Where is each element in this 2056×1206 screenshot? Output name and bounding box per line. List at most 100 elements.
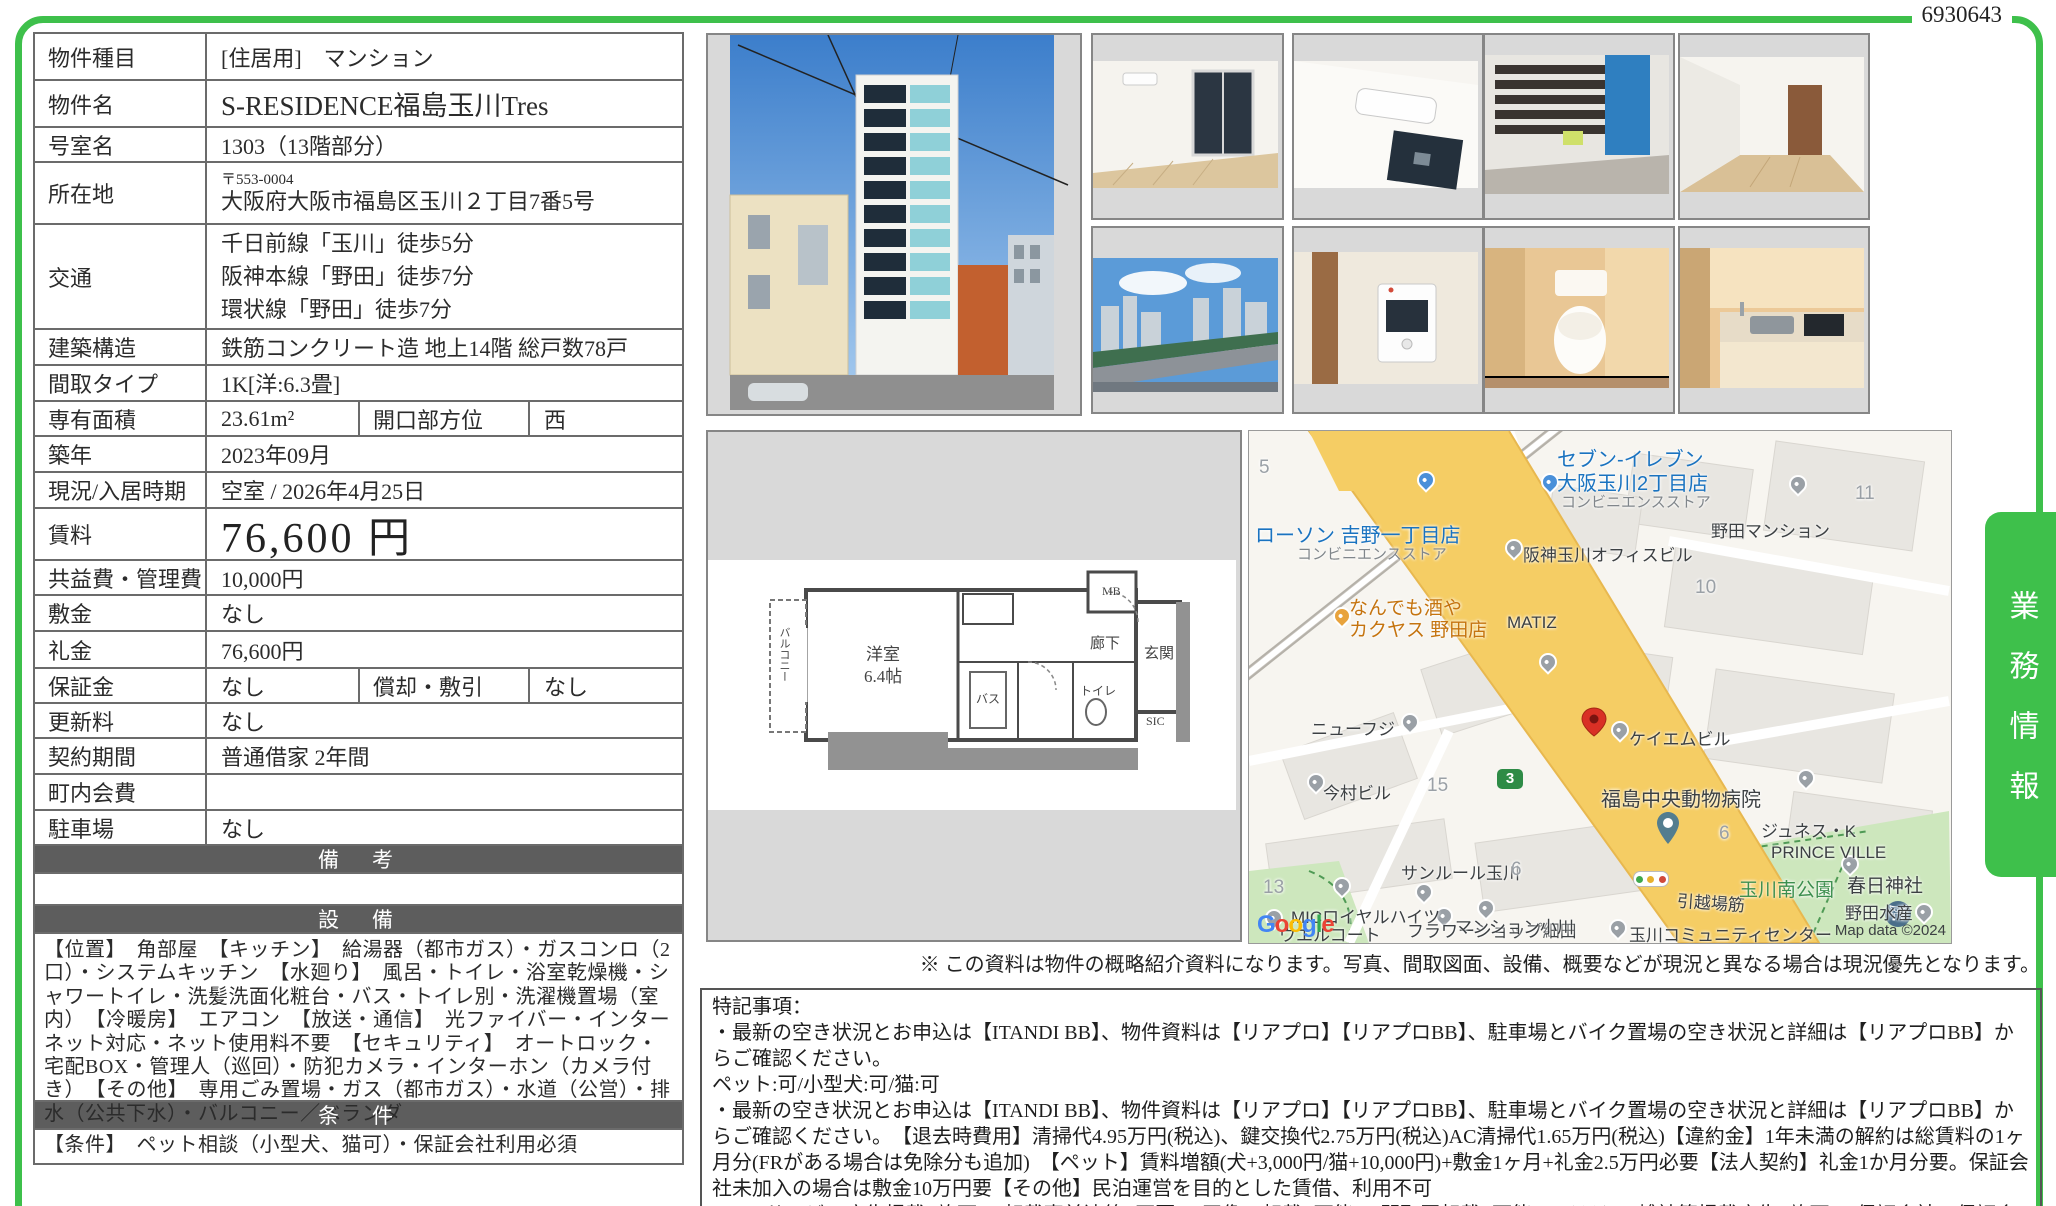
map-label: マンション小川 <box>1455 913 1574 938</box>
shokyaku-value: なし <box>530 669 682 702</box>
equipment-row: 【位置】 角部屋 【キッチン】 給湯器（都市ガス）・ガスコンロ（2口）・システム… <box>35 934 682 1102</box>
row-value: 1303（13階部分） <box>207 128 682 161</box>
property-details-table: 物件種目 [住居用] マンション 物件名 S-RESIDENCE福島玉川Tres… <box>33 32 684 1165</box>
table-row: 間取タイプ 1K[洋:6.3畳] <box>35 366 682 402</box>
row-label: 物件種目 <box>35 34 207 79</box>
table-row: 更新料 なし <box>35 704 682 739</box>
map-label: 阪神玉川オフィスビル <box>1523 541 1693 566</box>
table-row: 駐車場 なし <box>35 811 682 846</box>
google-logo: Google <box>1257 911 1334 939</box>
table-row: 礼金 76,600円 <box>35 632 682 669</box>
location-map[interactable]: ⛩ 3 セブン-イレブン 大阪玉川2丁目店 コンビニエンスストア ローソン 吉野… <box>1248 430 1952 944</box>
map-label: PRINCE VILLE <box>1771 843 1886 863</box>
map-block-number: 11 <box>1855 483 1875 505</box>
map-label: コンビニエンスストア <box>1297 543 1447 564</box>
map-label: ケイエムビル <box>1629 725 1731 750</box>
row-label: 現況/入居時期 <box>35 473 207 507</box>
row-label: 所在地 <box>35 163 207 223</box>
map-block-number: 6 <box>1719 823 1730 845</box>
photo-balcony <box>1483 33 1675 220</box>
row-label: 物件名 <box>35 81 207 126</box>
photo-intercom <box>1292 226 1484 414</box>
special-remarks-box: 特記事項： ・最新の空き状況とお申込は【ITANDI BB】、物件資料は【リアプ… <box>700 988 2042 1206</box>
row-label: 共益費・管理費 <box>35 561 207 594</box>
photo-city-view <box>1091 226 1284 414</box>
rent-value: 76,600 円 <box>207 509 682 559</box>
map-label: 野田マンション <box>1711 517 1830 542</box>
row-label: 契約期間 <box>35 739 207 773</box>
access-cell: 千日前線「玉川」徒歩5分 阪神本線「野田」徒歩7分 環状線「野田」徒歩7分 <box>207 225 682 328</box>
map-label: ジュネス・K <box>1761 817 1856 842</box>
table-row: 共益費・管理費 10,000円 <box>35 561 682 596</box>
access-line: 千日前線「玉川」徒歩5分 <box>221 227 474 260</box>
map-label: 玉川コミュニティセンター <box>1629 921 1832 944</box>
row-value: [住居用] マンション <box>207 34 682 79</box>
photo-building-exterior <box>706 33 1082 416</box>
row-value: なし <box>207 704 682 737</box>
floorplan-toilet-label: トイレ <box>1080 682 1116 699</box>
floorplan-entrance-label: 玄関 <box>1144 642 1174 663</box>
map-label: 野田水産 <box>1845 899 1913 924</box>
map-label: 引越場筋 <box>1676 887 1746 917</box>
table-row: 専有面積 23.61m² 開口部方位 西 <box>35 402 682 437</box>
table-row: 町内会費 <box>35 775 682 811</box>
row-label: 町内会費 <box>35 775 207 809</box>
address-text: 大阪府大阪市福島区玉川２丁目7番5号 <box>221 189 595 214</box>
row-label: 保証金 <box>35 669 207 702</box>
map-block-number: 6 <box>1511 859 1522 881</box>
table-row: 物件名 S-RESIDENCE福島玉川Tres <box>35 81 682 128</box>
floorplan-balcony-label: バルコニー <box>776 627 792 682</box>
conditions-row: 【条件】 ペット相談（小型犬、猫可）・保証会社利用必須 <box>35 1130 682 1163</box>
photo-air-conditioner <box>1292 33 1484 220</box>
area-value: 23.61m² <box>207 402 358 435</box>
row-label: 償却・敷引 <box>358 669 530 702</box>
map-label: サンルール玉川 <box>1401 859 1520 884</box>
table-row: 賃料 76,600 円 <box>35 509 682 561</box>
tab-gyomu-joho[interactable]: 業務情報 <box>1985 512 2056 877</box>
row-value: 76,600円 <box>207 632 682 667</box>
table-row: 契約期間 普通借家 2年間 <box>35 739 682 775</box>
disclaimer-note: ※ この資料は物件の概略紹介資料になります。写真、間取図面、設備、概要などが現況… <box>920 948 2040 977</box>
row-label: 間取タイプ <box>35 366 207 400</box>
table-row: 号室名 1303（13階部分） <box>35 128 682 163</box>
row-value: 鉄筋コンクリート造 地上14階 総戸数78戸 <box>207 330 682 364</box>
map-block-number: 10 <box>1695 577 1716 599</box>
map-label: コンビニエンスストア <box>1561 491 1711 512</box>
table-row: 交通 千日前線「玉川」徒歩5分 阪神本線「野田」徒歩7分 環状線「野田」徒歩7分 <box>35 225 682 330</box>
equipment-text: 【位置】 角部屋 【キッチン】 給湯器（都市ガス）・ガスコンロ（2口）・システム… <box>35 934 682 1100</box>
map-label: 福島中央動物病院 <box>1601 783 1761 812</box>
remarks-value <box>35 874 682 904</box>
floorplan-hall-label: 廊下 <box>1090 632 1120 653</box>
map-block-number: 15 <box>1427 775 1448 797</box>
access-line: 環状線「野田」徒歩7分 <box>221 293 452 326</box>
property-flyer-page: 6930643 物件種目 [住居用] マンション 物件名 S-RESIDENCE… <box>0 0 2056 1206</box>
map-label: 春日神社 <box>1847 871 1923 898</box>
map-block-number: 13 <box>1263 877 1284 899</box>
row-value <box>207 775 682 809</box>
address-cell: 〒553-0004 大阪府大阪市福島区玉川２丁目7番5号 <box>207 163 682 223</box>
row-value: なし <box>207 811 682 844</box>
direction-value: 西 <box>530 402 682 435</box>
row-value: なし <box>207 596 682 630</box>
floorplan-room-size: 6.4帖 <box>864 662 902 687</box>
photo-room-window <box>1091 33 1284 220</box>
row-label: 号室名 <box>35 128 207 161</box>
destination-pin <box>1579 707 1609 737</box>
floorplan-sic-label: SIC <box>1146 714 1165 729</box>
map-label: カクヤス 野田店 <box>1349 615 1487 642</box>
row-label: 敷金 <box>35 596 207 630</box>
table-row: 築年 2023年09月 <box>35 437 682 473</box>
table-row: 敷金 なし <box>35 596 682 632</box>
row-label: 建築構造 <box>35 330 207 364</box>
traffic-light-icon <box>1633 871 1669 887</box>
row-value: 2023年09月 <box>207 437 682 471</box>
row-label: 賃料 <box>35 509 207 559</box>
map-pin-animal-hospital <box>1655 811 1681 845</box>
remarks-paragraph: ・最新の空き状況とお申込は【ITANDI BB】、物件資料は【リアプロ】【リアプ… <box>712 1020 2030 1072</box>
remarks-header-bar: 備 考 <box>35 846 682 874</box>
row-label: 礼金 <box>35 632 207 667</box>
row-label: 交通 <box>35 225 207 328</box>
guarantee-value: なし <box>207 669 358 702</box>
property-name: S-RESIDENCE福島玉川Tres <box>207 81 682 126</box>
tab-gyomu-label: 業務情報 <box>1999 560 2043 830</box>
